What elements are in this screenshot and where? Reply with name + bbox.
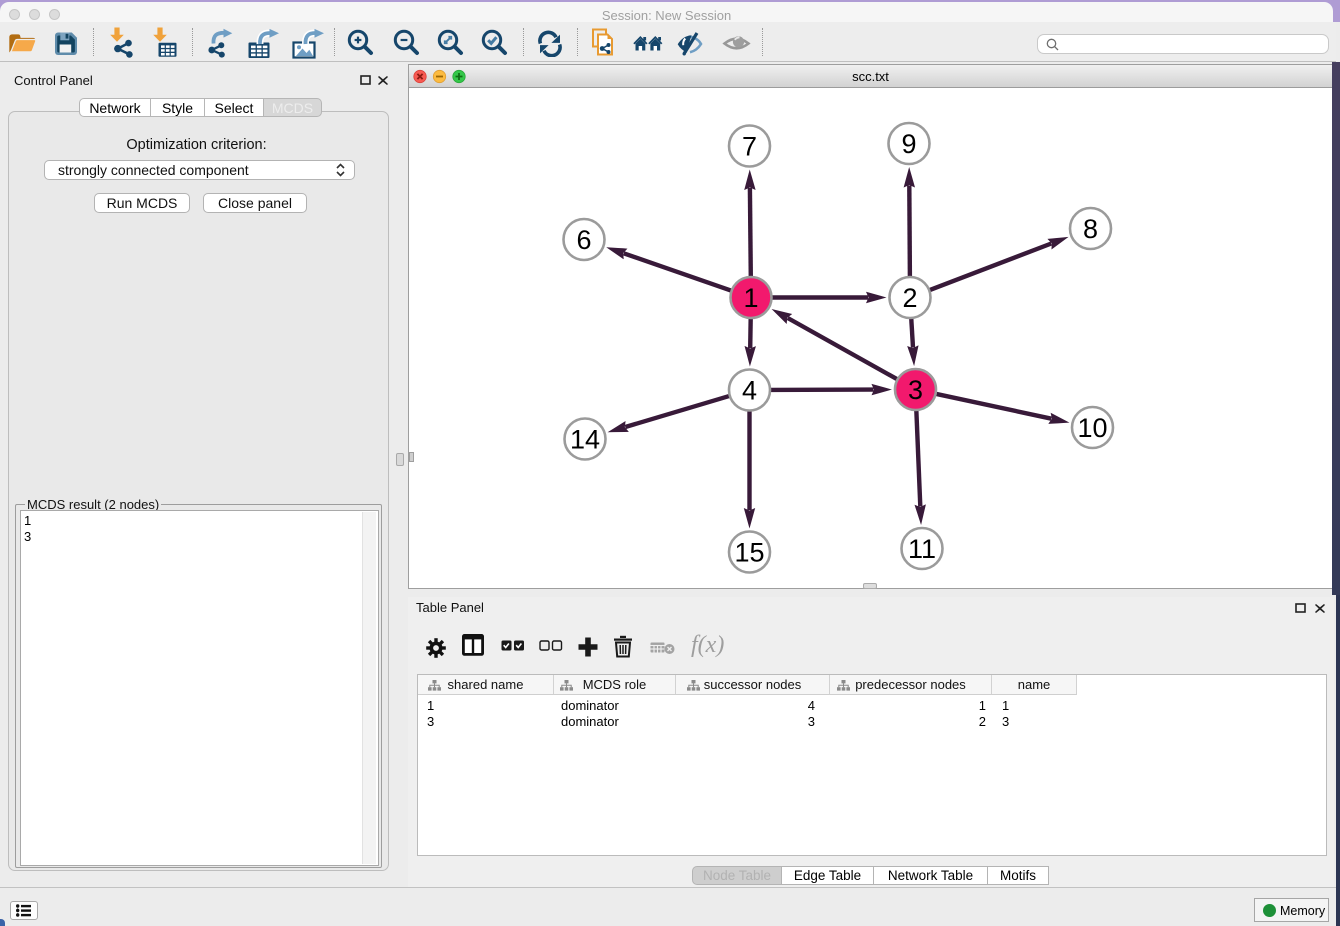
svg-text:1: 1 — [743, 283, 758, 313]
svg-text:4: 4 — [742, 376, 757, 406]
svg-text:15: 15 — [734, 538, 764, 568]
svg-text:3: 3 — [908, 375, 923, 405]
svg-text:10: 10 — [1077, 413, 1107, 443]
svg-text:8: 8 — [1083, 214, 1098, 244]
svg-text:6: 6 — [576, 225, 591, 255]
svg-text:14: 14 — [570, 425, 600, 455]
svg-text:11: 11 — [908, 534, 936, 564]
svg-text:9: 9 — [901, 129, 916, 159]
svg-text:2: 2 — [902, 283, 917, 313]
svg-text:7: 7 — [742, 132, 757, 162]
